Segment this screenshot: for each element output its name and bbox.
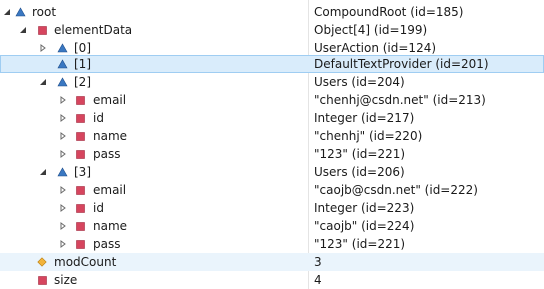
- collapse-chevron-icon[interactable]: [58, 127, 68, 145]
- tree-row-value: "123" (id=221): [314, 147, 406, 161]
- tree-row-label: elementData: [54, 23, 133, 37]
- tree-row-email[interactable]: email "caojb@csdn.net" (id=222): [0, 181, 544, 199]
- collapse-chevron-icon[interactable]: [58, 181, 68, 199]
- object-triangle-icon: [56, 73, 68, 91]
- field-square-icon: [74, 127, 86, 145]
- tree-row-label: email: [93, 93, 127, 107]
- tree-row-value: Integer (id=223): [314, 201, 415, 215]
- collapse-chevron-icon[interactable]: [58, 109, 68, 127]
- tree-row-label: id: [93, 201, 104, 215]
- tree-row-value: "chenhj" (id=220): [314, 129, 423, 143]
- collapse-chevron-icon[interactable]: [58, 91, 68, 109]
- tree-row-label: [2]: [74, 75, 91, 89]
- tree-row-name[interactable]: name "caojb" (id=224): [0, 217, 544, 235]
- tree-row-value: Users (id=204): [314, 75, 405, 89]
- tree-row-label: id: [93, 111, 104, 125]
- field-square-icon: [36, 21, 48, 39]
- tree-row-label: email: [93, 183, 127, 197]
- field-square-icon: [74, 199, 86, 217]
- tree-row-index-3[interactable]: [3] Users (id=206): [0, 163, 544, 181]
- tree-row-modcount[interactable]: modCount 3: [0, 253, 544, 271]
- field-square-icon: [36, 271, 48, 289]
- tree-row-value: DefaultTextProvider (id=201): [314, 57, 489, 71]
- tree-row-value: 3: [314, 255, 322, 269]
- tree-row-label: pass: [93, 147, 121, 161]
- field-diamond-icon: [36, 253, 48, 271]
- tree-row-label: name: [93, 219, 128, 233]
- tree-row-id[interactable]: id Integer (id=223): [0, 199, 544, 217]
- expand-chevron-icon[interactable]: [18, 21, 28, 39]
- tree-row-value: Object[4] (id=199): [314, 23, 428, 37]
- collapse-chevron-icon[interactable]: [58, 235, 68, 253]
- tree-row-email[interactable]: email "chenhj@csdn.net" (id=213): [0, 91, 544, 109]
- tree-row-value: "caojb@csdn.net" (id=222): [314, 183, 478, 197]
- tree-row-pass[interactable]: pass "123" (id=221): [0, 235, 544, 253]
- expand-chevron-icon[interactable]: [38, 163, 48, 181]
- tree-row-label: name: [93, 129, 128, 143]
- collapse-chevron-icon[interactable]: [58, 217, 68, 235]
- tree-row-name[interactable]: name "chenhj" (id=220): [0, 127, 544, 145]
- field-square-icon: [74, 235, 86, 253]
- tree-row-value: 4: [314, 273, 322, 287]
- tree-row-label: [1]: [74, 57, 91, 71]
- field-square-icon: [74, 91, 86, 109]
- object-triangle-icon: [56, 163, 68, 181]
- tree-row-value: Users (id=206): [314, 165, 405, 179]
- tree-row-pass[interactable]: pass "123" (id=221): [0, 145, 544, 163]
- tree-row-elementdata[interactable]: elementData Object[4] (id=199): [0, 21, 544, 39]
- variables-tree: root CompoundRoot (id=185) elementData O…: [0, 0, 544, 289]
- tree-row-label: size: [54, 273, 78, 287]
- field-square-icon: [74, 181, 86, 199]
- tree-row-index-2[interactable]: [2] Users (id=204): [0, 73, 544, 91]
- expand-chevron-icon[interactable]: [38, 73, 48, 91]
- tree-row-label: pass: [93, 237, 121, 251]
- tree-row-index-1-selected[interactable]: [1] DefaultTextProvider (id=201): [0, 55, 544, 73]
- tree-row-value: Integer (id=217): [314, 111, 415, 125]
- tree-row-value: "chenhj@csdn.net" (id=213): [314, 93, 486, 107]
- tree-row-label: root: [32, 5, 57, 19]
- tree-row-value: CompoundRoot (id=185): [314, 5, 464, 19]
- tree-row-label: modCount: [54, 255, 117, 269]
- field-square-icon: [74, 145, 86, 163]
- tree-row-value: "caojb" (id=224): [314, 219, 415, 233]
- tree-row-label: [3]: [74, 165, 91, 179]
- tree-row-size[interactable]: size 4: [0, 271, 544, 289]
- object-triangle-icon: [14, 3, 26, 21]
- tree-row-value: "123" (id=221): [314, 237, 406, 251]
- field-square-icon: [74, 109, 86, 127]
- collapse-chevron-icon[interactable]: [58, 145, 68, 163]
- field-square-icon: [74, 217, 86, 235]
- object-triangle-icon: [56, 55, 68, 73]
- expand-chevron-icon[interactable]: [2, 3, 12, 21]
- collapse-chevron-icon[interactable]: [58, 199, 68, 217]
- tree-row-id[interactable]: id Integer (id=217): [0, 109, 544, 127]
- tree-row-root[interactable]: root CompoundRoot (id=185): [0, 3, 544, 21]
